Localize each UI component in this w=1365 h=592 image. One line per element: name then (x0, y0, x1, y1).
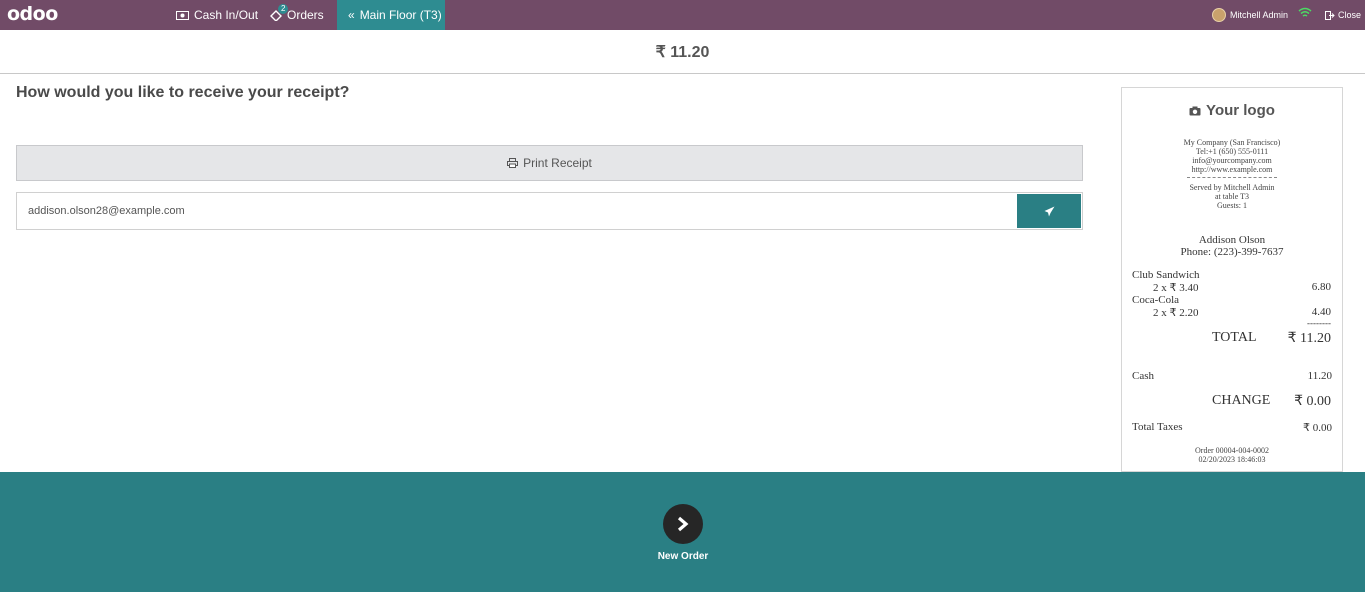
table-info: at table T3 (1214, 192, 1250, 201)
double-chevron-left-icon: « (348, 8, 355, 22)
line-amount: 4.40 (1311, 306, 1331, 318)
total-label: TOTAL (1212, 330, 1257, 345)
line-product-name: Coca-Cola (1132, 294, 1180, 306)
orders-button[interactable]: 2 Orders (270, 0, 324, 30)
line-product-name: Club Sandwich (1132, 269, 1200, 281)
taxes-label: Total Taxes (1132, 421, 1183, 433)
line-qty-price: 2 x ₹ 2.20 (1153, 307, 1199, 319)
receipt-preview: Your logo My Company (San Francisco) Tel… (1121, 87, 1343, 472)
sign-out-icon (1325, 10, 1335, 20)
close-button[interactable]: Close (1325, 0, 1361, 30)
line-qty-price: 2 x ₹ 3.40 (1153, 282, 1199, 294)
receipt-logo-text: Your logo (1206, 102, 1275, 119)
top-navbar: odoo Cash In/Out 2 Orders « Main Floor (… (0, 0, 1365, 30)
user-name: Mitchell Admin (1230, 10, 1289, 20)
line-amount: 6.80 (1311, 281, 1331, 293)
wifi-icon (1298, 7, 1312, 17)
payment-method: Cash (1132, 370, 1154, 382)
print-icon (507, 158, 519, 168)
customer-name: Addison Olson (1198, 234, 1266, 246)
cash-in-out-label: Cash In/Out (194, 8, 259, 22)
served-by: Served by Mitchell Admin (1189, 183, 1275, 192)
company-name: My Company (San Francisco) (1183, 138, 1281, 147)
cash-in-out-button[interactable]: Cash In/Out (176, 0, 258, 30)
close-label: Close (1338, 10, 1362, 20)
money-icon (176, 10, 189, 20)
company-website: http://www.example.com (1191, 165, 1273, 174)
receipt-logo: Your logo (1122, 102, 1342, 119)
odoo-logo: odoo (7, 3, 58, 25)
chevron-right-icon (677, 516, 689, 532)
receipt-question-title: How would you like to receive your recei… (16, 84, 350, 101)
scrollbar[interactable] (1361, 74, 1365, 472)
avatar (1212, 8, 1226, 22)
change-value: ₹ 0.00 (1294, 394, 1331, 409)
email-input[interactable] (17, 193, 1017, 229)
floor-label: Main Floor (T3) (359, 8, 442, 22)
payment-amount: 11.20 (1307, 370, 1332, 382)
email-receipt-row (16, 192, 1083, 230)
new-order-label: New Order (657, 551, 709, 562)
company-phone: Tel:+1 (650) 555-0111 (1195, 147, 1269, 156)
amount-header: ₹ 11.20 (0, 30, 1365, 74)
print-receipt-label: Print Receipt (523, 156, 592, 170)
footer-actions: New Order (0, 472, 1365, 592)
customer-phone: Phone: (223)-399-7637 (1180, 246, 1284, 258)
total-divider: -------- (1307, 318, 1331, 328)
total-value: ₹ 11.20 (1287, 331, 1331, 346)
print-receipt-button[interactable]: Print Receipt (16, 145, 1083, 181)
new-order-button[interactable] (663, 504, 703, 544)
receipt-divider (1187, 177, 1277, 178)
taxes-value: ₹ 0.00 (1303, 422, 1332, 434)
send-email-button[interactable] (1017, 194, 1081, 228)
order-reference: Order 00004-004-0002 (1195, 446, 1269, 455)
company-email: info@yourcompany.com (1192, 156, 1272, 165)
change-label: CHANGE (1212, 393, 1271, 408)
back-to-floor-button[interactable]: « Main Floor (T3) (337, 0, 445, 30)
paper-plane-icon (1044, 206, 1054, 216)
camera-icon (1189, 106, 1201, 115)
order-date: 02/20/2023 18:46:03 (1198, 455, 1266, 464)
user-menu[interactable]: Mitchell Admin (1212, 0, 1288, 30)
orders-label: Orders (287, 8, 324, 22)
order-total-amount: ₹ 11.20 (655, 43, 710, 61)
guests-info: Guests: 1 (1217, 201, 1247, 210)
